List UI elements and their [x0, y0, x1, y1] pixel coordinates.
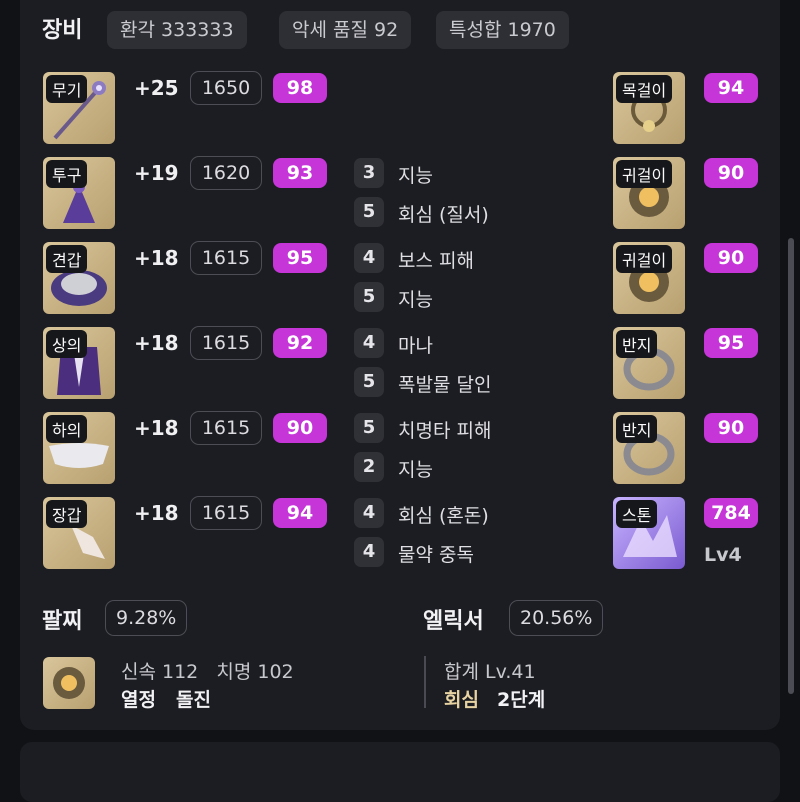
enhance-level: +25: [134, 76, 179, 100]
helmet-icon[interactable]: 투구: [43, 157, 115, 229]
gloves-icon[interactable]: 장갑: [43, 497, 115, 569]
bracelet-effect: 열정: [121, 689, 156, 711]
engraving-name: 지능: [398, 289, 433, 311]
engraving-name: 치명타 피해: [398, 420, 492, 442]
stone-level: Lv4: [704, 544, 742, 566]
earring-icon[interactable]: 귀걸이: [613, 157, 685, 229]
engraving-name: 지능: [398, 459, 433, 481]
slot-label: 하의: [46, 415, 88, 443]
header-chip-transcend: 환각 333333: [107, 11, 247, 49]
ring-icon[interactable]: 반지: [613, 412, 685, 484]
slot-label: 귀걸이: [616, 245, 673, 273]
enhance-level: +18: [134, 501, 179, 525]
divider: [424, 656, 426, 708]
enhance-level: +18: [134, 416, 179, 440]
engraving-name: 지능: [398, 165, 433, 187]
engraving-level: 5: [354, 413, 384, 443]
item-level: 1615: [190, 241, 262, 275]
quality-badge: 92: [273, 328, 327, 358]
slot-label: 투구: [46, 160, 88, 188]
section-title-equipment: 장비: [42, 18, 83, 43]
item-level: 1615: [190, 411, 262, 445]
quality-badge: 93: [273, 158, 327, 188]
quality-badge: 90: [273, 413, 327, 443]
bracelet-title: 팔찌: [42, 609, 83, 634]
slot-label: 반지: [616, 415, 658, 443]
necklace-icon[interactable]: 목걸이: [613, 72, 685, 144]
slot-label: 장갑: [46, 500, 88, 528]
quality-badge: 94: [704, 73, 758, 103]
enhance-level: +18: [134, 246, 179, 270]
item-level: 1615: [190, 326, 262, 360]
quality-badge: 98: [273, 73, 327, 103]
bracelet-stats: 신속 112 치명 102: [121, 661, 294, 683]
stone-value-badge: 784: [704, 498, 758, 528]
engraving-name: 물약 중독: [398, 544, 474, 566]
slot-label: 견갑: [46, 245, 88, 273]
engraving-level: 5: [354, 367, 384, 397]
scrollbar[interactable]: [788, 238, 794, 694]
ring-icon[interactable]: 반지: [613, 327, 685, 399]
elixir-effect-level: 2단계: [497, 689, 546, 711]
item-level: 1620: [190, 156, 262, 190]
engraving-level: 4: [354, 537, 384, 567]
bracelet-icon[interactable]: [43, 657, 95, 709]
engraving-level: 4: [354, 328, 384, 358]
elixir-effect-name: 회심: [444, 689, 479, 711]
earring-icon[interactable]: 귀걸이: [613, 242, 685, 314]
enhance-level: +18: [134, 331, 179, 355]
quality-badge: 94: [273, 498, 327, 528]
shoulder-icon[interactable]: 견갑: [43, 242, 115, 314]
weapon-icon[interactable]: 무기: [43, 72, 115, 144]
quality-badge: 95: [704, 328, 758, 358]
quality-badge: 90: [704, 243, 758, 273]
header-chip-stat-total: 특성합 1970: [436, 11, 569, 49]
engraving-name: 마나: [398, 335, 433, 357]
slot-label: 반지: [616, 330, 658, 358]
chest-icon[interactable]: 상의: [43, 327, 115, 399]
engraving-level: 3: [354, 158, 384, 188]
stone-icon[interactable]: 스톤: [613, 497, 685, 569]
elixir-percent: 20.56%: [509, 600, 604, 636]
elixir-total: 합계 Lv.41: [444, 661, 536, 683]
engraving-level: 2: [354, 452, 384, 482]
slot-label: 스톤: [616, 500, 658, 528]
quality-badge: 90: [704, 158, 758, 188]
quality-badge: 90: [704, 413, 758, 443]
engraving-level: 5: [354, 197, 384, 227]
slot-label: 귀걸이: [616, 160, 673, 188]
elixir-title: 엘릭서: [423, 609, 484, 634]
engraving-name: 회심 (혼돈): [398, 505, 489, 527]
enhance-level: +19: [134, 161, 179, 185]
engraving-level: 5: [354, 282, 384, 312]
item-level: 1615: [190, 496, 262, 530]
item-level: 1650: [190, 71, 262, 105]
engraving-level: 4: [354, 243, 384, 273]
engraving-level: 4: [354, 498, 384, 528]
bracelet-effect: 돌진: [176, 689, 211, 711]
header-chip-accessory-quality: 악세 품질 92: [279, 11, 412, 49]
engraving-name: 보스 피해: [398, 250, 474, 272]
slot-label: 목걸이: [616, 75, 673, 103]
pants-icon[interactable]: 하의: [43, 412, 115, 484]
slot-label: 상의: [46, 330, 88, 358]
engraving-name: 폭발물 달인: [398, 374, 492, 396]
engraving-name: 회심 (질서): [398, 204, 489, 226]
bracelet-percent: 9.28%: [105, 600, 188, 636]
next-card: [20, 742, 780, 802]
quality-badge: 95: [273, 243, 327, 273]
slot-label: 무기: [46, 75, 88, 103]
